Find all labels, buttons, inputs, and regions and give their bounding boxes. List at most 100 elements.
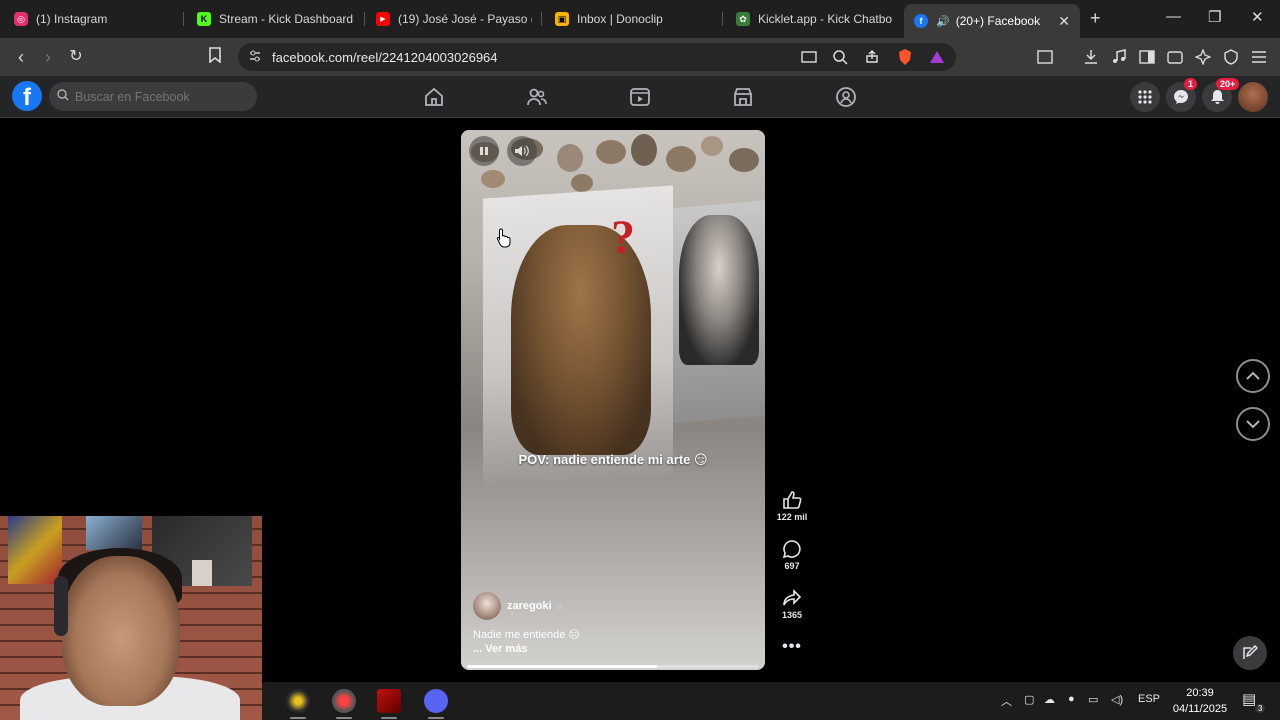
clock-date: 04/11/2025 — [1172, 703, 1228, 715]
media-icon[interactable] — [1110, 48, 1128, 66]
groups-icon[interactable] — [835, 86, 857, 108]
cast-icon[interactable] — [800, 48, 818, 66]
marketplace-icon[interactable] — [732, 86, 754, 108]
notification-center-icon[interactable]: ▤ — [1242, 690, 1256, 708]
leo-ai-icon[interactable] — [1194, 48, 1212, 66]
speaker-tray-icon[interactable]: ◁) — [1111, 693, 1123, 706]
see-more-link[interactable]: ... Ver más — [473, 643, 527, 655]
more-options-button[interactable]: ••• — [772, 638, 812, 656]
search-box[interactable] — [49, 82, 257, 111]
volume-icon — [515, 145, 529, 157]
facebook-logo[interactable]: f — [12, 81, 42, 111]
forward-button[interactable]: › — [37, 46, 59, 68]
wallet-icon[interactable] — [1166, 48, 1184, 66]
pause-button[interactable] — [469, 136, 499, 166]
tab-label: Stream - Kick Dashboard — [219, 12, 354, 26]
webcam-overlay — [0, 516, 262, 720]
profile-avatar[interactable] — [1238, 82, 1268, 112]
tab-facebook[interactable]: f 🔊 (20+) Facebook ✕ — [904, 4, 1080, 38]
tab-instagram[interactable]: ◎ (1) Instagram — [4, 4, 184, 34]
speaker-icon: 🔊 — [936, 15, 950, 28]
tab-label: (1) Instagram — [36, 12, 108, 26]
tab-label: (20+) Facebook — [955, 14, 1041, 28]
close-tab-icon[interactable]: ✕ — [1050, 13, 1070, 30]
discord-icon[interactable] — [424, 689, 448, 713]
brave-rewards-icon[interactable] — [928, 48, 946, 66]
tab-kicklet[interactable]: ✿ Kicklet.app - Kick Chatbot — [726, 4, 902, 34]
tab-kick-dashboard[interactable]: K Stream - Kick Dashboard — [187, 4, 365, 34]
tab-label: (19) José José - Payaso (Re — [398, 12, 532, 26]
headset — [54, 576, 68, 636]
minimize-icon[interactable]: — — [1166, 8, 1181, 25]
facebook-header: f 1 20+ — [0, 76, 1280, 118]
notifications-badge: 20+ — [1216, 78, 1240, 90]
home-icon[interactable] — [423, 86, 445, 108]
back-button[interactable]: ‹ — [10, 46, 32, 68]
menu-icon[interactable] — [1250, 48, 1268, 66]
menu-grid-button[interactable] — [1130, 82, 1160, 112]
browser-toolbar: ‹ › ↻ facebook.com/reel/2241204003026964 — [0, 38, 1280, 76]
search-input[interactable] — [75, 89, 245, 104]
notification-count: 3 — [1255, 704, 1266, 713]
microphone-icon[interactable]: ● — [1068, 693, 1075, 705]
video-progress-bar[interactable] — [467, 665, 759, 668]
compose-icon — [1243, 645, 1258, 659]
search-icon — [57, 89, 69, 104]
like-icon — [783, 491, 802, 509]
author-name[interactable]: zaregoki — [507, 600, 552, 612]
reel-overlay-caption: POV: nadie entiende mi arte 😏 — [518, 452, 708, 467]
notifications-button[interactable]: 20+ — [1202, 78, 1240, 112]
sidebar-icon[interactable] — [1138, 48, 1156, 66]
share-count: 1365 — [781, 610, 803, 620]
volume-button[interactable] — [507, 136, 537, 166]
obs-icon[interactable] — [332, 689, 356, 713]
network-icon[interactable]: ▭ — [1088, 693, 1098, 706]
vpn-icon[interactable] — [1222, 48, 1240, 66]
more-icon: ••• — [782, 638, 802, 655]
bookmark-icon[interactable] — [204, 46, 226, 68]
zoom-icon[interactable] — [831, 48, 849, 66]
new-tab-button[interactable]: + — [1090, 8, 1101, 29]
comment-button[interactable]: 697 — [772, 539, 812, 571]
close-window-icon[interactable]: ✕ — [1251, 8, 1264, 26]
video-icon[interactable] — [629, 86, 651, 108]
facebook-icon: f — [914, 14, 928, 28]
tab-search-icon[interactable] — [1036, 48, 1054, 66]
author-avatar[interactable] — [473, 592, 501, 620]
restore-icon[interactable]: ❐ — [1208, 8, 1221, 26]
share-button[interactable]: 1365 — [772, 588, 812, 620]
share-icon[interactable] — [863, 48, 881, 66]
poster-image — [192, 560, 212, 586]
like-button[interactable]: 122 mil — [772, 490, 812, 522]
site-settings-icon[interactable] — [248, 49, 262, 68]
app-icon[interactable] — [286, 689, 310, 713]
chevron-up-icon — [1246, 371, 1260, 380]
tab-youtube[interactable]: ▶ (19) José José - Payaso (Re — [366, 4, 542, 34]
windows-taskbar: ︿ ▢ ☁ ● ▭ ◁) ESP ▤ 3 — [262, 682, 1280, 720]
poster-image — [86, 516, 142, 550]
cloud-icon[interactable]: ☁ — [1044, 693, 1055, 706]
dota-icon[interactable] — [377, 689, 401, 713]
language-indicator[interactable]: ESP — [1138, 693, 1160, 705]
pause-icon — [480, 147, 488, 155]
reload-button[interactable]: ↻ — [65, 46, 87, 68]
download-icon[interactable] — [1082, 48, 1100, 66]
previous-reel-button[interactable] — [1236, 359, 1270, 393]
like-count: 122 mil — [776, 512, 808, 522]
reel-author[interactable]: zaregoki ⊙ — [473, 592, 563, 620]
tab-label: Kicklet.app - Kick Chatbot — [758, 12, 892, 26]
new-message-button[interactable] — [1233, 636, 1267, 670]
messenger-button[interactable]: 1 — [1166, 78, 1198, 112]
verified-icon: ⊙ — [555, 600, 564, 611]
next-reel-button[interactable] — [1236, 407, 1270, 441]
tab-donoclip[interactable]: ▣ Inbox | Donoclip — [545, 4, 723, 34]
brave-shields-icon[interactable] — [896, 48, 914, 66]
chevron-up-icon[interactable]: ︿ — [1001, 693, 1012, 709]
friends-icon[interactable] — [526, 86, 548, 108]
kicklet-icon: ✿ — [736, 12, 750, 26]
taskbar-clock[interactable]: 20:39 04/11/2025 — [1160, 685, 1240, 717]
clock-time: 20:39 — [1186, 687, 1214, 699]
grid-icon — [1138, 90, 1152, 104]
reel-video[interactable]: ? POV: nadie entiende mi arte 😏 zaregoki… — [461, 130, 765, 670]
meet-icon[interactable]: ▢ — [1024, 693, 1034, 706]
